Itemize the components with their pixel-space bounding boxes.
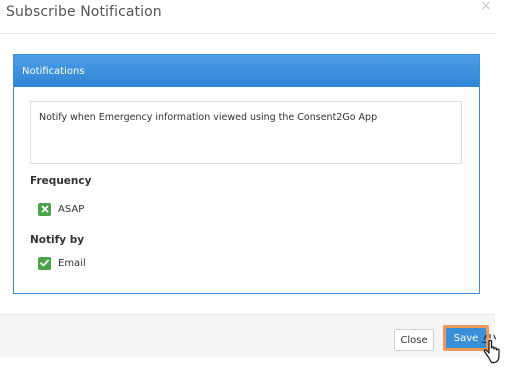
close-button[interactable]: Close (394, 329, 434, 351)
notification-message: Notify when Emergency information viewed… (39, 112, 378, 123)
close-icon[interactable]: × (480, 0, 492, 13)
modal-title: Subscribe Notification (6, 4, 162, 20)
hand-pointer-icon (481, 334, 500, 364)
email-label: Email (58, 257, 86, 269)
frequency-option-asap[interactable]: ASAP (38, 202, 84, 216)
checkmark-icon[interactable] (38, 256, 51, 270)
panel-heading: Notifications (14, 55, 479, 87)
x-icon[interactable] (38, 202, 51, 216)
notify-by-label: Notify by (30, 234, 85, 246)
frequency-label: Frequency (30, 175, 92, 187)
notify-option-email[interactable]: Email (38, 256, 86, 270)
notifications-panel: Notifications Notify when Emergency info… (13, 54, 480, 294)
asap-label: ASAP (58, 203, 85, 215)
notification-message-box: Notify when Emergency information viewed… (30, 101, 462, 164)
modal-header: Subscribe Notification (0, 0, 495, 34)
